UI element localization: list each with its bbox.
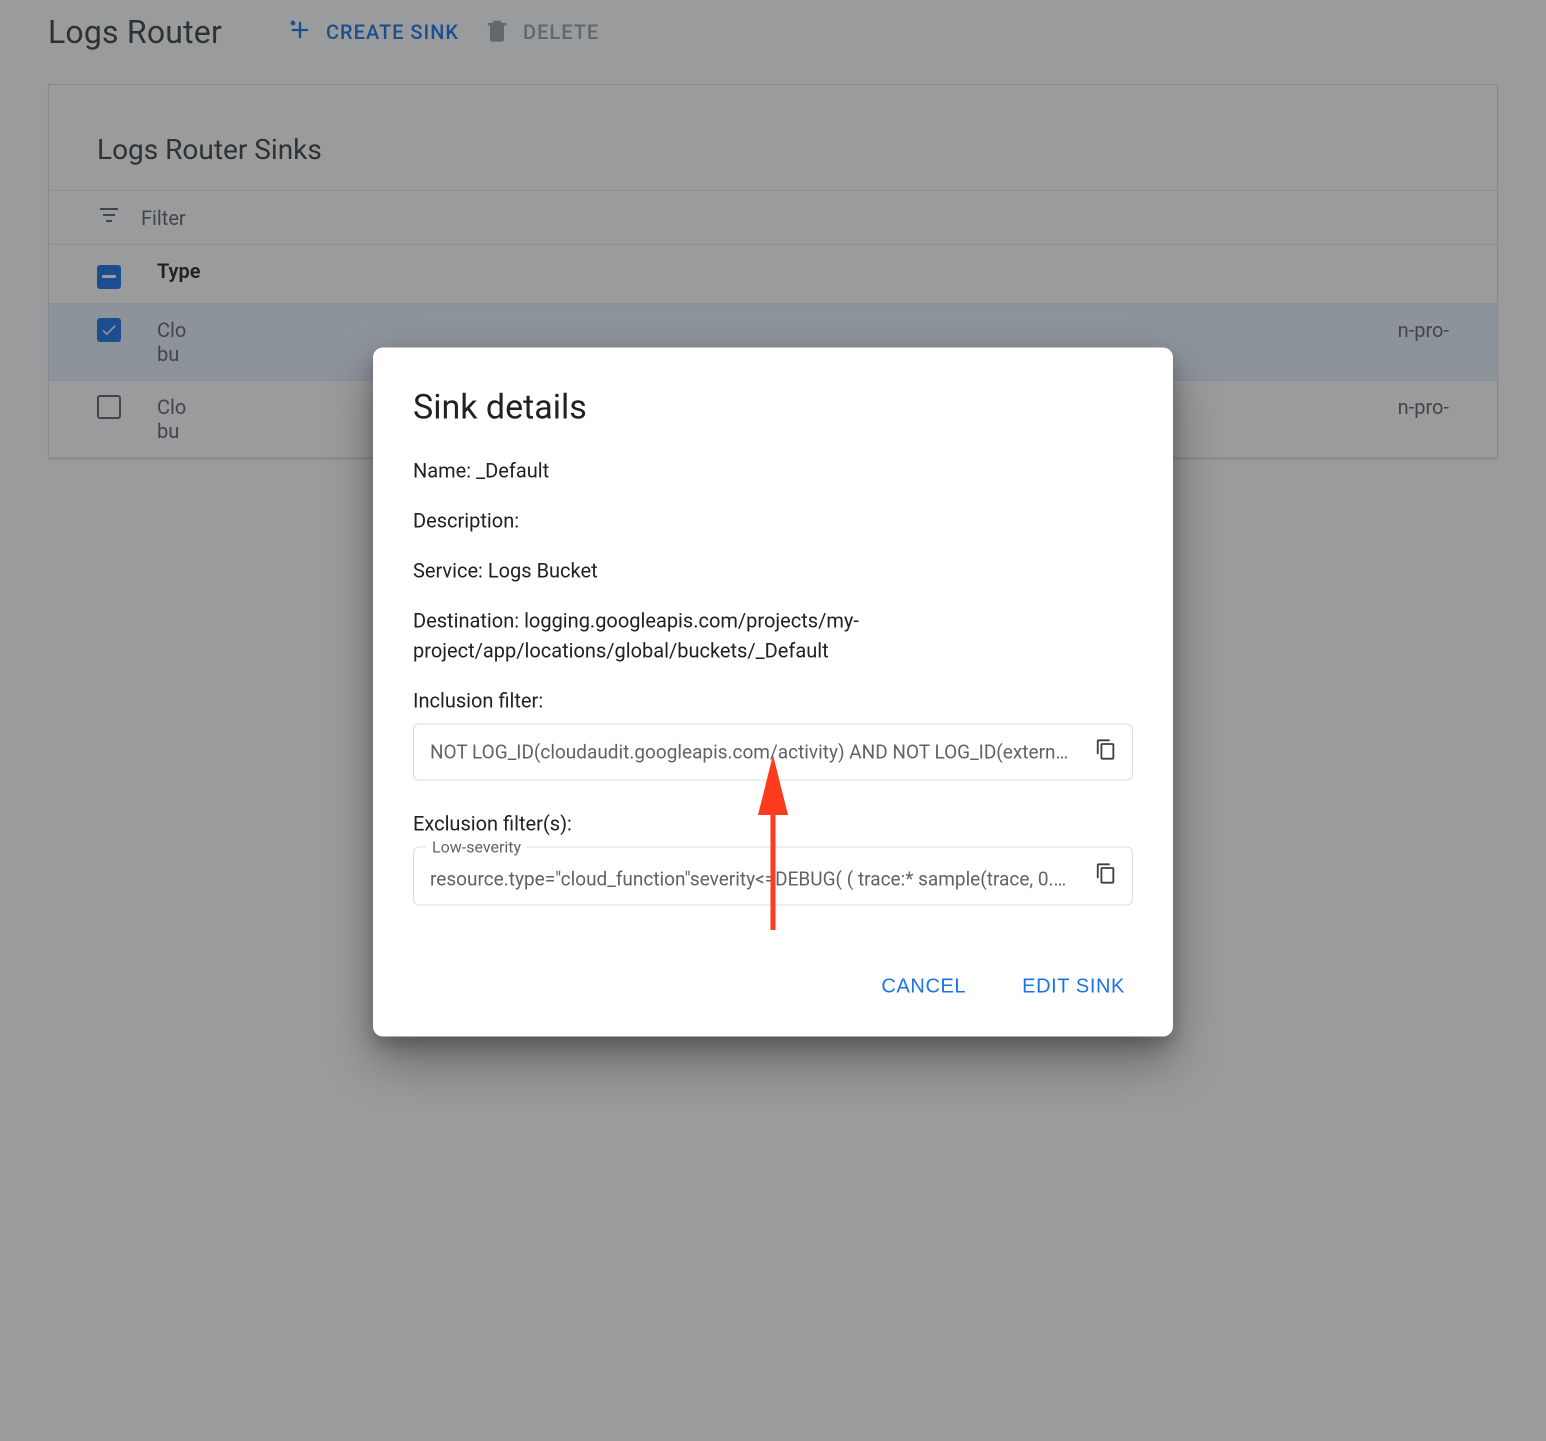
inclusion-filter-label: Inclusion filter: bbox=[413, 685, 1133, 715]
inclusion-filter-value: NOT LOG_ID(cloudaudit.googleapis.com/act… bbox=[430, 740, 1102, 763]
exclusion-filter-box: Low-severity resource.type="cloud_functi… bbox=[413, 846, 1133, 905]
dialog-actions: CANCEL EDIT SINK bbox=[413, 965, 1133, 1008]
sink-details-dialog: Sink details Name: _Default Description:… bbox=[373, 347, 1173, 1036]
copy-exclusion-button[interactable] bbox=[1090, 860, 1122, 892]
exclusion-filter-value: resource.type="cloud_function"severity<=… bbox=[430, 867, 1076, 890]
sink-service: Service: Logs Bucket bbox=[413, 555, 1133, 585]
sink-name: Name: _Default bbox=[413, 455, 1133, 485]
copy-icon bbox=[1095, 863, 1117, 889]
sink-destination: Destination: logging.googleapis.com/proj… bbox=[413, 605, 1133, 665]
exclusion-legend: Low-severity bbox=[426, 837, 527, 856]
copy-icon bbox=[1095, 738, 1117, 765]
dialog-title: Sink details bbox=[413, 387, 1133, 427]
edit-sink-button[interactable]: EDIT SINK bbox=[1014, 965, 1133, 1008]
inclusion-filter-box: NOT LOG_ID(cloudaudit.googleapis.com/act… bbox=[413, 723, 1133, 780]
sink-description: Description: bbox=[413, 505, 1133, 535]
cancel-button[interactable]: CANCEL bbox=[873, 965, 974, 1008]
copy-inclusion-button[interactable] bbox=[1090, 736, 1122, 768]
exclusion-filter-label: Exclusion filter(s): bbox=[413, 808, 1133, 838]
